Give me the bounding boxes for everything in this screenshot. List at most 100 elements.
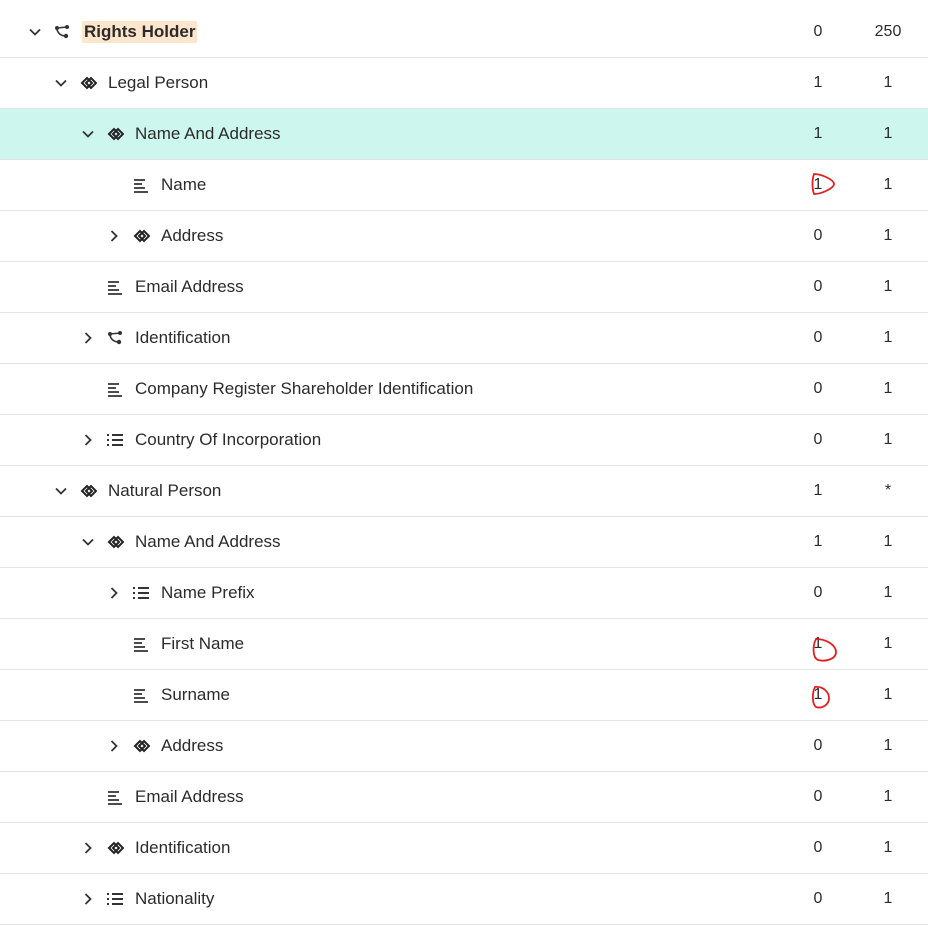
tree-row-label: Email Address bbox=[135, 787, 244, 806]
min-occurs: 0 bbox=[813, 431, 823, 448]
code-list-icon bbox=[105, 430, 125, 450]
min-occurs: 0 bbox=[813, 227, 823, 244]
text-element-icon bbox=[131, 175, 151, 195]
chevron-right-icon[interactable] bbox=[79, 890, 97, 908]
tree-row-label: Natural Person bbox=[108, 481, 222, 500]
chevron-right-icon[interactable] bbox=[105, 584, 123, 602]
text-element-icon bbox=[105, 277, 125, 297]
tree-row-label: Country Of Incorporation bbox=[135, 430, 322, 449]
tree-row-identification[interactable]: Identification 0 1 bbox=[0, 823, 928, 874]
schema-tree: Rights Holder 0 250 Legal Person 1 1 Nam… bbox=[0, 7, 928, 925]
chevron-right-icon[interactable] bbox=[79, 431, 97, 449]
tree-row-label: Rights Holder bbox=[82, 21, 198, 43]
min-occurs: 0 bbox=[813, 788, 823, 805]
max-occurs: 1 bbox=[883, 686, 893, 703]
chevron-right-icon[interactable] bbox=[105, 737, 123, 755]
max-occurs: 1 bbox=[883, 431, 893, 448]
sequence-icon bbox=[78, 481, 98, 501]
min-occurs: 0 bbox=[813, 329, 823, 346]
tree-row-name-and-address[interactable]: Name And Address 1 1 bbox=[0, 517, 928, 568]
min-occurs: 0 bbox=[813, 278, 823, 295]
tree-row-address[interactable]: Address 0 1 bbox=[0, 721, 928, 772]
tree-row-name[interactable]: Name 1 1 bbox=[0, 160, 928, 211]
min-occurs: 1 bbox=[813, 176, 823, 193]
max-occurs: 1 bbox=[883, 176, 893, 193]
tree-row-label: Nationality bbox=[135, 889, 215, 908]
tree-row-label: Name And Address bbox=[135, 532, 281, 551]
chevron-right-icon[interactable] bbox=[79, 329, 97, 347]
tree-row-email-address[interactable]: Email Address 0 1 bbox=[0, 772, 928, 823]
min-occurs: 0 bbox=[813, 839, 823, 856]
chevron-right-icon[interactable] bbox=[79, 839, 97, 857]
sequence-icon bbox=[131, 736, 151, 756]
min-occurs: 1 bbox=[813, 125, 823, 142]
text-element-icon bbox=[105, 787, 125, 807]
code-list-icon bbox=[105, 889, 125, 909]
tree-row-surname[interactable]: Surname 1 1 bbox=[0, 670, 928, 721]
choice-icon bbox=[52, 22, 72, 42]
tree-row-country-of-incorporation[interactable]: Country Of Incorporation 0 1 bbox=[0, 415, 928, 466]
min-occurs: 0 bbox=[813, 584, 823, 601]
tree-row-address[interactable]: Address 0 1 bbox=[0, 211, 928, 262]
max-occurs: 1 bbox=[883, 74, 893, 91]
tree-row-label: First Name bbox=[161, 634, 245, 653]
max-occurs: 1 bbox=[883, 635, 893, 652]
code-list-icon bbox=[131, 583, 151, 603]
max-occurs: 1 bbox=[883, 890, 893, 907]
tree-row-label: Name And Address bbox=[135, 124, 281, 143]
max-occurs: 1 bbox=[883, 737, 893, 754]
tree-row-label: Address bbox=[161, 226, 224, 245]
text-element-icon bbox=[131, 685, 151, 705]
max-occurs: 1 bbox=[883, 278, 893, 295]
sequence-icon bbox=[105, 838, 125, 858]
tree-row-natural-person[interactable]: Natural Person 1 * bbox=[0, 466, 928, 517]
max-occurs: 1 bbox=[883, 125, 893, 142]
max-occurs: 1 bbox=[883, 788, 893, 805]
tree-row-name-and-address-selected[interactable]: Name And Address 1 1 bbox=[0, 109, 928, 160]
min-occurs: 1 bbox=[813, 635, 823, 652]
min-occurs: 0 bbox=[813, 890, 823, 907]
sequence-icon bbox=[78, 73, 98, 93]
max-occurs: 1 bbox=[883, 584, 893, 601]
min-occurs: 0 bbox=[813, 23, 823, 40]
tree-row-first-name[interactable]: First Name 1 1 bbox=[0, 619, 928, 670]
text-element-icon bbox=[105, 379, 125, 399]
tree-row-label: Identification bbox=[135, 328, 231, 347]
tree-row-legal-person[interactable]: Legal Person 1 1 bbox=[0, 58, 928, 109]
tree-row-label: Company Register Shareholder Identificat… bbox=[135, 379, 474, 398]
tree-row-label: Identification bbox=[135, 838, 231, 857]
tree-row-email-address[interactable]: Email Address 0 1 bbox=[0, 262, 928, 313]
max-occurs: 1 bbox=[883, 380, 893, 397]
sequence-icon bbox=[131, 226, 151, 246]
tree-row-label: Name bbox=[161, 175, 207, 194]
min-occurs: 1 bbox=[813, 533, 823, 550]
tree-row-label: Surname bbox=[161, 685, 230, 704]
chevron-down-icon[interactable] bbox=[52, 482, 70, 500]
tree-row-nationality[interactable]: Nationality 0 1 bbox=[0, 874, 928, 925]
min-occurs: 0 bbox=[813, 737, 823, 754]
max-occurs: 1 bbox=[883, 227, 893, 244]
min-occurs: 1 bbox=[813, 482, 823, 499]
chevron-right-icon[interactable] bbox=[105, 227, 123, 245]
max-occurs: 1 bbox=[883, 329, 893, 346]
max-occurs: 250 bbox=[874, 23, 902, 40]
tree-row-identification[interactable]: Identification 0 1 bbox=[0, 313, 928, 364]
tree-row-label: Legal Person bbox=[108, 73, 209, 92]
tree-row-label: Email Address bbox=[135, 277, 244, 296]
max-occurs: * bbox=[884, 482, 892, 499]
chevron-down-icon[interactable] bbox=[79, 533, 97, 551]
choice-icon bbox=[105, 328, 125, 348]
max-occurs: 1 bbox=[883, 533, 893, 550]
sequence-icon bbox=[105, 532, 125, 552]
tree-row-label: Name Prefix bbox=[161, 583, 255, 602]
chevron-down-icon[interactable] bbox=[79, 125, 97, 143]
tree-row-rights-holder[interactable]: Rights Holder 0 250 bbox=[0, 7, 928, 58]
tree-row-name-prefix[interactable]: Name Prefix 0 1 bbox=[0, 568, 928, 619]
chevron-down-icon[interactable] bbox=[26, 23, 44, 41]
tree-row-label: Address bbox=[161, 736, 224, 755]
max-occurs: 1 bbox=[883, 839, 893, 856]
min-occurs: 1 bbox=[813, 686, 823, 703]
tree-row-company-register-shareholder-identification[interactable]: Company Register Shareholder Identificat… bbox=[0, 364, 928, 415]
sequence-icon bbox=[105, 124, 125, 144]
chevron-down-icon[interactable] bbox=[52, 74, 70, 92]
